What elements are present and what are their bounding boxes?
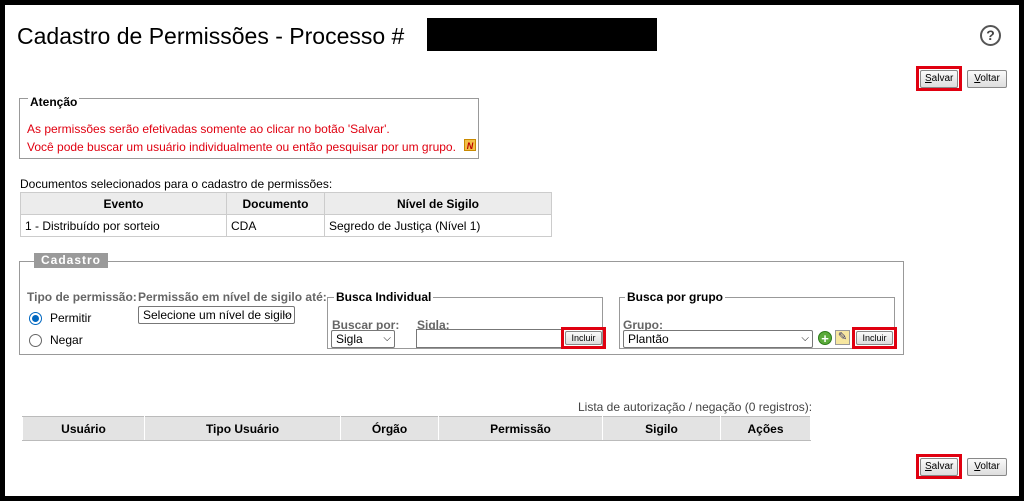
buscar-por-select-value: Sigla [336,332,363,346]
attention-message-1: As permissões serão efetivadas somente a… [27,122,390,136]
save-label: alvar [931,461,954,472]
question-circle-icon[interactable]: ? [980,25,1001,46]
cell-nivel-sigilo: Segredo de Justiça (Nível 1) [324,214,552,237]
col-nivel-sigilo: Nível de Sigilo [324,192,552,215]
buscar-por-select[interactable]: Sigla ⌵ [331,330,395,348]
save-button-top[interactable]: Salvar [920,70,958,88]
documents-caption: Documentos selecionados para o cadastro … [20,177,333,191]
negar-label: Negar [50,333,83,347]
col-tipo-usuario: Tipo Usuário [144,416,341,441]
back-button-top[interactable]: Voltar [967,70,1007,88]
cell-evento: 1 - Distribuído por sorteio [20,214,227,237]
sigla-input[interactable] [416,329,562,348]
incluir-individual-button[interactable]: Incluir [565,331,602,345]
attention-message-2: Você pode buscar um usuário individualme… [27,140,456,154]
nivel-sigilo-select-value: Selecione um nível de sigilo [143,308,292,322]
chevron-down-icon: ⌵ [283,309,291,320]
authorization-table: Usuário Tipo Usuário Órgão Permissão Sig… [22,416,811,441]
redacted-process-number [427,18,657,51]
busca-individual-legend: Busca Individual [334,290,434,304]
busca-grupo-legend: Busca por grupo [625,290,726,304]
col-orgao: Órgão [340,416,439,441]
nivel-sigilo-label: Permissão em nível de sigilo até: [138,290,327,304]
list-caption: Lista de autorização / negação (0 regist… [578,400,813,414]
col-acoes: Ações [720,416,811,441]
back-button-bottom[interactable]: Voltar [967,458,1007,476]
authorization-header-row: Usuário Tipo Usuário Órgão Permissão Sig… [22,416,811,441]
nivel-sigilo-select[interactable]: Selecione um nível de sigilo ⌵ [138,306,295,324]
back-label: oltar [980,73,1000,84]
permitir-label: Permitir [50,311,92,325]
save-accesskey: S [925,73,932,84]
note-icon[interactable]: N [464,139,476,151]
col-permissao: Permissão [438,416,603,441]
col-documento: Documento [226,192,325,215]
page-title: Cadastro de Permissões - Processo # [17,23,405,49]
radio-negar[interactable] [29,334,42,347]
save-button-bottom[interactable]: Salvar [920,458,958,476]
table-row: 1 - Distribuído por sorteio CDA Segredo … [20,214,552,237]
incluir-grupo-button[interactable]: Incluir [856,331,893,345]
grupo-select-value: Plantão [628,332,669,346]
col-usuario: Usuário [22,416,145,441]
tipo-permissao-label: Tipo de permissão: [27,290,137,304]
documents-table: Evento Documento Nível de Sigilo 1 - Dis… [20,192,552,237]
back-label: oltar [980,461,1000,472]
chevron-down-icon: ⌵ [801,333,809,344]
col-evento: Evento [20,192,227,215]
documents-header-row: Evento Documento Nível de Sigilo [20,192,552,215]
cell-documento: CDA [226,214,325,237]
chevron-down-icon: ⌵ [383,333,391,344]
edit-group-icon[interactable]: ✎ [835,330,850,345]
save-label: alvar [931,73,954,84]
save-accesskey: S [925,461,932,472]
radio-permitir[interactable] [29,312,42,325]
attention-legend: Atenção [28,95,80,109]
add-group-icon[interactable]: + [818,331,832,345]
grupo-select[interactable]: Plantão ⌵ [623,330,813,348]
col-sigilo: Sigilo [602,416,721,441]
cadastro-legend: Cadastro [34,253,109,268]
